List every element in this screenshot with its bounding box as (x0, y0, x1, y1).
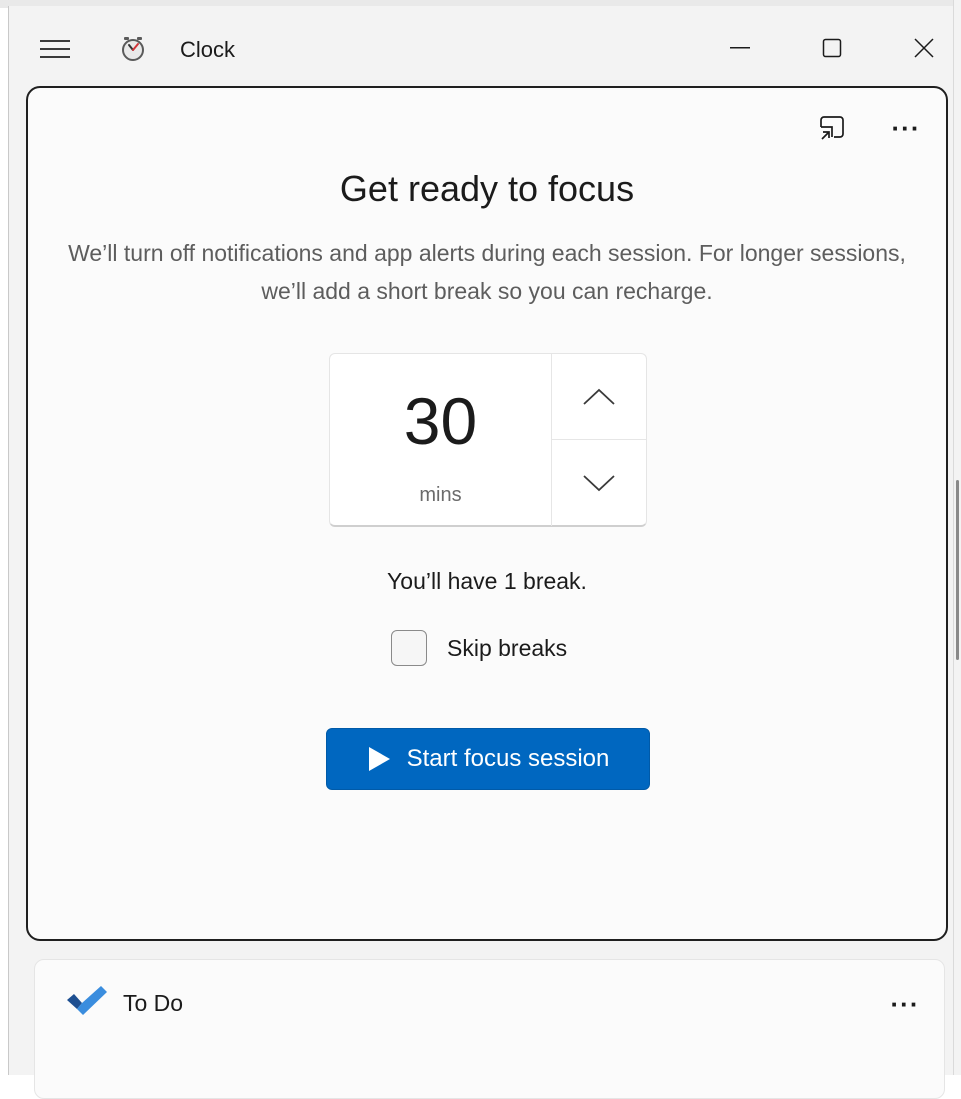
play-icon (367, 746, 391, 772)
duration-value[interactable]: 30 (330, 388, 551, 454)
chevron-down-icon (583, 475, 615, 492)
compact-overlay-icon (820, 116, 844, 140)
title-bar: Clock (9, 6, 961, 86)
decrement-button[interactable] (552, 440, 646, 526)
todo-more-options-button[interactable]: ··· (883, 984, 927, 1024)
skip-breaks-row[interactable]: Skip breaks (391, 628, 567, 668)
todo-card: To Do ··· (34, 959, 945, 1099)
chevron-up-icon (583, 388, 615, 405)
todo-check-icon (65, 984, 109, 1020)
compact-overlay-button[interactable] (812, 108, 852, 148)
maximize-icon (822, 38, 842, 58)
minimize-icon (730, 47, 750, 49)
duration-stepper[interactable]: 30 mins (329, 353, 647, 527)
start-focus-session-button[interactable]: Start focus session (326, 728, 650, 790)
maximize-button[interactable] (809, 28, 855, 68)
scrollbar-thumb[interactable] (956, 480, 959, 660)
more-options-icon: ··· (890, 989, 920, 1019)
more-options-icon: ··· (891, 113, 921, 143)
todo-title: To Do (123, 990, 184, 1016)
close-icon (914, 38, 934, 58)
focus-title: Get ready to focus (339, 168, 635, 209)
focus-more-options-button[interactable]: ··· (886, 108, 926, 148)
close-button[interactable] (901, 28, 947, 68)
hamburger-menu-icon (40, 40, 70, 58)
increment-button[interactable] (552, 354, 646, 439)
duration-unit: mins (419, 484, 462, 506)
clock-window: Clock ··· Get ready to focus We’ll turn … (8, 6, 961, 1099)
skip-breaks-label[interactable]: Skip breaks (447, 635, 567, 662)
focus-session-card: ··· Get ready to focus We’ll turn off no… (26, 86, 948, 941)
start-button-label: Start focus session (406, 745, 610, 772)
clock-app-icon (119, 32, 147, 66)
hamburger-menu-button[interactable] (35, 32, 75, 66)
minimize-button[interactable] (717, 28, 763, 68)
focus-description: We’ll turn off notifications and app ale… (68, 240, 906, 304)
app-title: Clock (180, 37, 236, 62)
window-edge (953, 0, 961, 1075)
skip-breaks-checkbox[interactable] (391, 630, 427, 666)
break-info: You’ll have 1 break. (387, 568, 587, 594)
